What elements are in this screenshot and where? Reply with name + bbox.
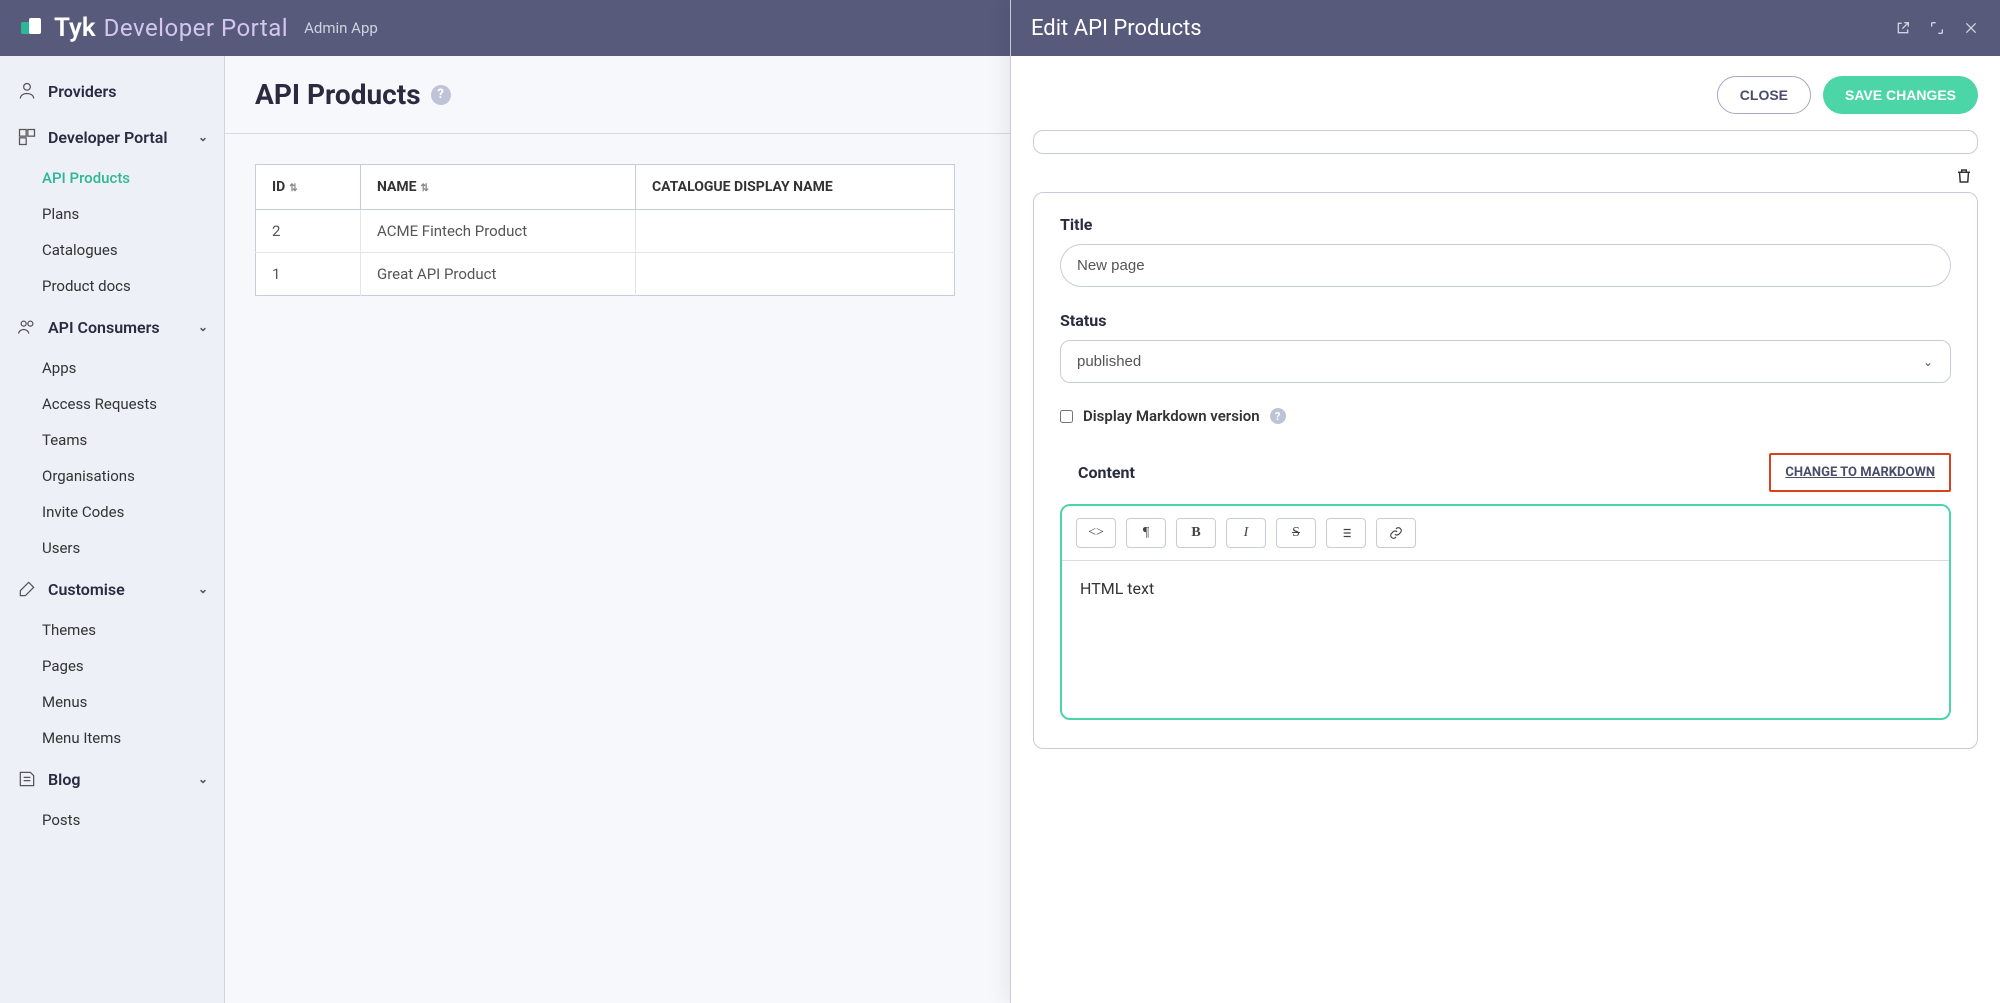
api-consumers-icon (16, 316, 38, 338)
cell-name: ACME Fintech Product (361, 210, 636, 253)
sidebar-item-plans[interactable]: Plans (0, 196, 224, 232)
blog-icon (16, 768, 38, 790)
sidebar-item-organisations[interactable]: Organisations (0, 458, 224, 494)
toolbar-paragraph-button[interactable]: ¶ (1126, 518, 1166, 548)
toolbar-list-button[interactable] (1326, 518, 1366, 548)
sidebar-section-providers[interactable]: Providers (0, 68, 224, 114)
cell-name: Great API Product (361, 253, 636, 296)
title-input[interactable] (1060, 244, 1951, 287)
trash-icon[interactable] (1955, 167, 1973, 189)
sidebar-item-catalogues[interactable]: Catalogues (0, 232, 224, 268)
sidebar-item-apps[interactable]: Apps (0, 350, 224, 386)
toolbar-code-button[interactable]: <> (1076, 518, 1116, 548)
edit-drawer: Edit API Products CLOSE SAVE CHANGES Tit… (1010, 0, 2000, 1003)
change-to-markdown-link[interactable]: CHANGE TO MARKDOWN (1769, 453, 1951, 492)
external-link-icon[interactable] (1894, 19, 1912, 37)
help-icon[interactable]: ? (431, 85, 451, 105)
cell-id: 1 (256, 253, 361, 296)
cell-id: 2 (256, 210, 361, 253)
logo-icon (20, 15, 46, 41)
status-select[interactable]: published (1060, 340, 1951, 383)
table-header-label: ID (272, 179, 285, 195)
sort-icon: ⇅ (289, 183, 297, 194)
sidebar-section-label: Developer Portal (48, 128, 168, 147)
toolbar-bold-button[interactable]: B (1176, 518, 1216, 548)
toolbar-strike-button[interactable]: S (1276, 518, 1316, 548)
sidebar-section-label: Customise (48, 580, 125, 599)
customise-icon (16, 578, 38, 600)
status-label: Status (1060, 311, 1951, 330)
display-markdown-label: Display Markdown version (1083, 407, 1260, 425)
table-header-catalogue-display-name[interactable]: CATALOGUE DISPLAY NAME (636, 165, 955, 210)
sidebar-section-developer-portal[interactable]: Developer Portal ⌄ (0, 114, 224, 160)
title-label: Title (1060, 215, 1951, 234)
logo[interactable]: Tyk Developer Portal (20, 13, 288, 43)
sidebar-section-customise[interactable]: Customise ⌄ (0, 566, 224, 612)
content-editor: <> ¶ B I S HTML text (1060, 504, 1951, 720)
sidebar-section-api-consumers[interactable]: API Consumers ⌄ (0, 304, 224, 350)
cell-catalogue (636, 253, 955, 296)
sidebar-item-posts[interactable]: Posts (0, 802, 224, 838)
display-markdown-checkbox[interactable] (1060, 410, 1073, 423)
editor-content-area[interactable]: HTML text (1062, 561, 1949, 718)
form-card: Title Status published ⌄ Display Markdow… (1033, 192, 1978, 749)
toolbar-link-button[interactable] (1376, 518, 1416, 548)
developer-portal-icon (16, 126, 38, 148)
sidebar-item-themes[interactable]: Themes (0, 612, 224, 648)
close-button[interactable]: CLOSE (1717, 76, 1811, 114)
markdown-toggle-row: Display Markdown version ? (1060, 407, 1951, 425)
sidebar-section-label: API Consumers (48, 318, 160, 337)
brand-name: Tyk (54, 13, 96, 43)
drawer-title: Edit API Products (1031, 16, 1894, 41)
page-title-text: API Products (255, 78, 421, 111)
drawer-header: Edit API Products (1011, 0, 2000, 56)
sort-icon: ⇅ (421, 183, 429, 194)
providers-icon (16, 80, 38, 102)
sidebar-item-api-products[interactable]: API Products (0, 160, 224, 196)
api-products-table: ID ⇅ NAME ⇅ CATALOGUE DISPLAY NAME 2 ACME … (255, 164, 955, 296)
drawer-actions: CLOSE SAVE CHANGES (1011, 56, 2000, 114)
brand-suffix: Developer Portal (104, 14, 288, 42)
help-icon[interactable]: ? (1270, 408, 1286, 424)
table-header-label: NAME (377, 179, 417, 195)
table-row[interactable]: 2 ACME Fintech Product (256, 210, 955, 253)
chevron-down-icon: ⌄ (198, 130, 208, 144)
sidebar-section-label: Providers (48, 82, 117, 101)
save-changes-button[interactable]: SAVE CHANGES (1823, 76, 1978, 114)
chevron-down-icon: ⌄ (198, 772, 208, 786)
close-icon[interactable] (1962, 19, 1980, 37)
sidebar-section-blog[interactable]: Blog ⌄ (0, 756, 224, 802)
editor-toolbar: <> ¶ B I S (1062, 506, 1949, 561)
breadcrumb[interactable]: Admin App (304, 19, 378, 37)
sidebar-item-product-docs[interactable]: Product docs (0, 268, 224, 304)
toolbar-italic-button[interactable]: I (1226, 518, 1266, 548)
table-row[interactable]: 1 Great API Product (256, 253, 955, 296)
sidebar: Providers Developer Portal ⌄ API Product… (0, 56, 225, 1003)
table-header-name[interactable]: NAME ⇅ (361, 165, 636, 210)
content-label: Content (1078, 463, 1135, 482)
sidebar-section-label: Blog (48, 770, 80, 789)
sidebar-item-access-requests[interactable]: Access Requests (0, 386, 224, 422)
sidebar-item-invite-codes[interactable]: Invite Codes (0, 494, 224, 530)
chevron-down-icon: ⌄ (198, 582, 208, 596)
table-header-id[interactable]: ID ⇅ (256, 165, 361, 210)
expand-icon[interactable] (1928, 19, 1946, 37)
chevron-down-icon: ⌄ (198, 320, 208, 334)
sidebar-item-users[interactable]: Users (0, 530, 224, 566)
sidebar-item-menu-items[interactable]: Menu Items (0, 720, 224, 756)
collapsed-card (1033, 130, 1978, 154)
sidebar-item-pages[interactable]: Pages (0, 648, 224, 684)
table-header-label: CATALOGUE DISPLAY NAME (652, 179, 833, 195)
sidebar-item-menus[interactable]: Menus (0, 684, 224, 720)
sidebar-item-teams[interactable]: Teams (0, 422, 224, 458)
cell-catalogue (636, 210, 955, 253)
